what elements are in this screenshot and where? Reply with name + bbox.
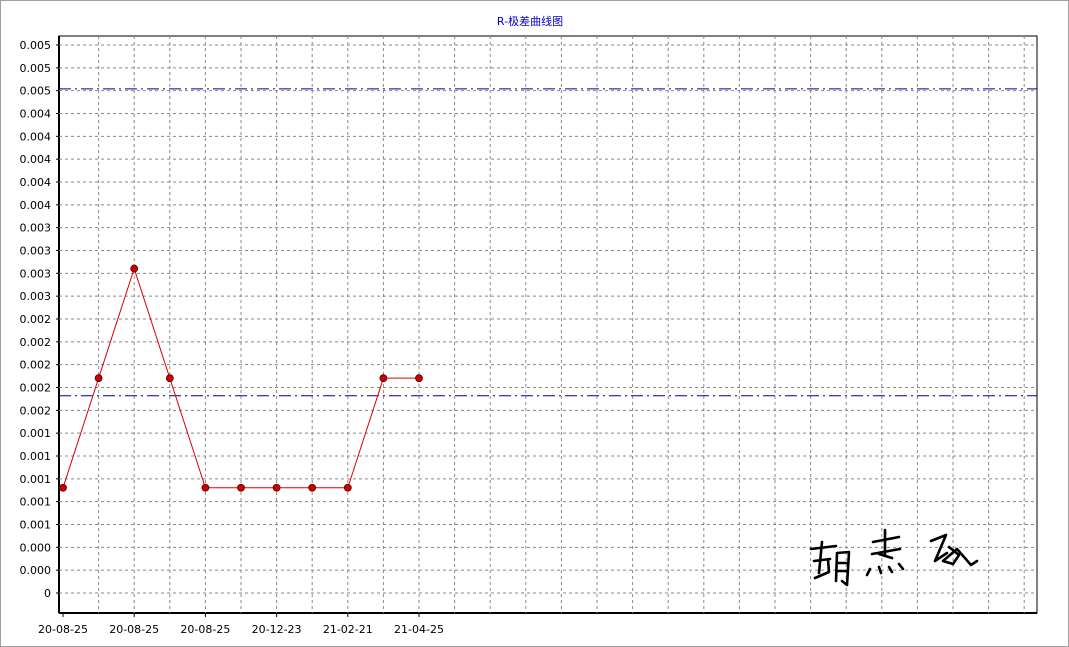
- y-tick-label: 0.003: [20, 267, 52, 280]
- y-tick-label: 0.001: [20, 427, 52, 440]
- y-tick-label: 0.004: [20, 199, 52, 212]
- data-point: [237, 483, 245, 492]
- data-point: [272, 483, 281, 492]
- y-tick-label: 0.000: [20, 564, 52, 577]
- y-tick-label: 0.004: [20, 153, 52, 166]
- chart-frame: R-极差曲线图 0 0.000 0.000 0.001 0.001 0.001 0.001 0…: [0, 0, 1069, 647]
- data-point: [94, 374, 103, 383]
- y-tick-label: 0.000: [20, 541, 52, 554]
- x-tick-label: 21-04-25: [394, 623, 444, 636]
- y-tick-label: 0.003: [20, 222, 52, 235]
- data-point: [201, 483, 210, 492]
- data-point: [130, 264, 139, 273]
- x-tick-label: 20-08-25: [180, 623, 230, 636]
- y-tick-label: 0.001: [20, 496, 52, 509]
- x-tick-label: 20-08-25: [109, 623, 159, 636]
- x-tick-label: 20-12-23: [252, 623, 302, 636]
- y-tick-label: 0.002: [20, 336, 52, 349]
- y-tick-label: 0: [44, 587, 51, 600]
- y-tick-label: 0.002: [20, 359, 52, 372]
- y-tick-label: 0.003: [20, 290, 52, 303]
- y-tick-label: 0.005: [20, 85, 52, 98]
- y-tick-label: 0.003: [20, 245, 52, 258]
- y-tick-label: 0.004: [20, 130, 52, 143]
- x-tick-label: 21-02-21: [323, 623, 373, 636]
- y-tick-label: 0.004: [20, 176, 52, 189]
- data-point: [379, 374, 388, 383]
- data-point: [308, 483, 317, 492]
- y-tick-label: 0.004: [20, 108, 52, 121]
- chart-title: R-极差曲线图: [497, 14, 563, 28]
- y-tick-label: 0.002: [20, 382, 52, 395]
- y-tick-label: 0.001: [20, 450, 52, 463]
- chart-svg: R-极差曲线图 0 0.000 0.000 0.001 0.001 0.001 0.001 0…: [20, 14, 1038, 636]
- data-point: [415, 374, 423, 383]
- data-point: [59, 483, 67, 492]
- data-point: [165, 374, 174, 383]
- y-tick-label: 0.005: [20, 39, 52, 52]
- y-tick-label: 0.001: [20, 519, 52, 532]
- y-tick-label: 0.002: [20, 313, 52, 326]
- y-tick-label: 0.001: [20, 473, 52, 486]
- y-tick-label: 0.005: [20, 62, 52, 75]
- data-point: [343, 483, 352, 492]
- y-tick-label: 0.002: [20, 404, 52, 417]
- x-tick-label: 20-08-25: [38, 623, 88, 636]
